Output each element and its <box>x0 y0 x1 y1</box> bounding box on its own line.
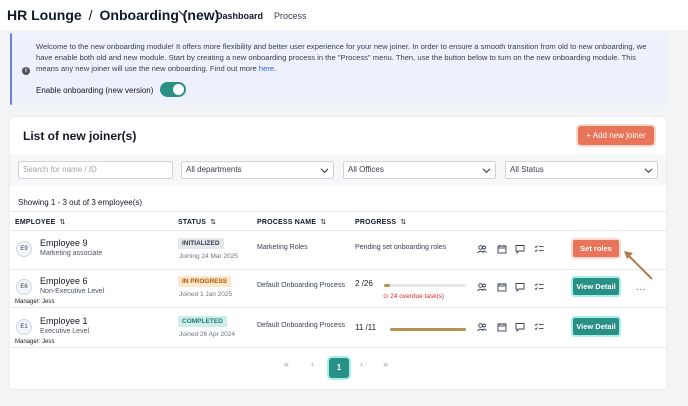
breadcrumb-separator: / <box>88 7 93 23</box>
chat-icon[interactable] <box>515 322 525 332</box>
column-progress[interactable]: PROGRESS ⇅ <box>355 218 406 226</box>
progress-fill <box>390 328 466 331</box>
status-badge: IN PROGRESS <box>178 276 232 287</box>
employee-name[interactable]: Employee 6 <box>40 276 88 286</box>
employee-title: Marketing associate <box>40 250 103 257</box>
users-icon[interactable] <box>477 244 487 254</box>
set-roles-button[interactable]: Set roles <box>573 240 619 257</box>
view-detail-button[interactable]: View Detail <box>573 278 619 295</box>
avatar: E6 <box>16 279 32 295</box>
top-bar: HR Lounge / Onboarding (new) Dashboard Pro… <box>0 0 688 30</box>
info-banner: i Welcome to the new onboarding module! … <box>10 33 666 105</box>
avatar: E9 <box>16 241 32 257</box>
pagination-first[interactable]: « <box>284 359 289 369</box>
pagination-next[interactable]: › <box>360 359 363 369</box>
checklist-icon[interactable] <box>534 282 544 292</box>
users-icon[interactable] <box>477 322 487 332</box>
tab-process[interactable]: Process <box>274 11 307 21</box>
chevron-down-icon[interactable] <box>178 8 188 18</box>
chat-icon[interactable] <box>515 244 525 254</box>
section-title[interactable]: Onboarding (new) <box>100 7 220 23</box>
progress-bar <box>390 328 466 331</box>
checklist-icon[interactable] <box>534 322 544 332</box>
toggle-knob <box>173 84 184 95</box>
pagination-current-page[interactable]: 1 <box>329 358 349 378</box>
banner-message: Welcome to the new onboarding module! It… <box>36 42 647 73</box>
pagination-prev[interactable]: ‹ <box>311 359 314 369</box>
status-badge: INITIALIZED <box>178 238 224 249</box>
toggle-label: Enable onboarding (new version) <box>36 86 154 95</box>
more-options-icon[interactable]: ... <box>636 282 647 292</box>
employee-title: Executive Level <box>40 328 90 335</box>
status-date: Joined 1 Jan 2025 <box>179 291 233 298</box>
table-row[interactable]: E1 Employee 1 Executive Level Manager: J… <box>10 310 666 348</box>
status-date: Joined 26 Apr 2024 <box>179 331 236 338</box>
column-employee[interactable]: EMPLOYEE ⇅ <box>15 218 66 226</box>
table-header: EMPLOYEE ⇅ STATUS ⇅ PROCESS NAME ⇅ PROGRESS… <box>10 211 666 231</box>
joiner-list-card: List of new joiner(s) + Add new joiner S… <box>10 117 666 389</box>
find-out-more-link[interactable]: here <box>259 64 274 73</box>
progress-text: 2 /26 <box>355 279 373 288</box>
status-date: Joining 24 Mar 2025 <box>179 253 238 260</box>
sort-icon: ⇅ <box>210 219 217 226</box>
showing-count: Showing 1 - 3 out of 3 employee(s) <box>18 198 143 207</box>
add-new-joiner-button[interactable]: + Add new joiner <box>578 126 654 145</box>
office-select-value: All Offices <box>348 165 384 174</box>
info-icon: i <box>22 67 30 75</box>
app-title: HR Lounge <box>7 7 82 23</box>
card-title: List of new joiner(s) <box>23 129 137 143</box>
status-badge: COMPLETED <box>178 316 227 327</box>
office-select[interactable]: All Offices <box>343 161 496 179</box>
employee-manager: Manager: Jess <box>15 299 55 305</box>
calendar-icon[interactable] <box>497 322 507 332</box>
sort-icon: ⇅ <box>59 219 66 226</box>
column-status[interactable]: STATUS ⇅ <box>178 218 216 226</box>
avatar: E1 <box>16 319 32 335</box>
chevron-down-icon <box>320 168 329 174</box>
enable-onboarding-toggle[interactable] <box>160 82 186 97</box>
checklist-icon[interactable] <box>534 244 544 254</box>
calendar-icon[interactable] <box>497 244 507 254</box>
view-detail-button[interactable]: View Detail <box>573 318 619 335</box>
process-name: Default Onboarding Process <box>257 282 345 289</box>
status-select[interactable]: All Status <box>505 161 658 179</box>
employee-manager: Manager: Jess <box>15 339 55 345</box>
process-name: Marketing Roles <box>257 244 308 251</box>
status-select-value: All Status <box>510 165 544 174</box>
progress-fill <box>384 284 391 287</box>
users-icon[interactable] <box>477 282 487 292</box>
progress-bar <box>384 284 466 287</box>
employee-name[interactable]: Employee 1 <box>40 316 88 326</box>
employee-title: Non-Executive Level <box>40 288 105 295</box>
chat-icon[interactable] <box>515 282 525 292</box>
employee-name[interactable]: Employee 9 <box>40 238 88 248</box>
process-name: Default Onboarding Process <box>257 322 345 329</box>
filter-bar: Search for name / ID All departments All… <box>10 154 666 186</box>
department-select-value: All departments <box>186 165 242 174</box>
overdue-warning: ⊙ 24 overdue task(s) <box>383 293 445 300</box>
chevron-down-icon <box>482 168 491 174</box>
sort-icon: ⇅ <box>400 219 407 226</box>
sort-icon: ⇅ <box>320 219 327 226</box>
calendar-icon[interactable] <box>497 282 507 292</box>
column-process-name[interactable]: PROCESS NAME ⇅ <box>257 218 326 226</box>
department-select[interactable]: All departments <box>181 161 334 179</box>
chevron-down-icon <box>644 168 653 174</box>
table-row[interactable]: E9 Employee 9 Marketing associate INITIA… <box>10 232 666 270</box>
pagination-last[interactable]: » <box>383 359 388 369</box>
progress-text: Pending set onboarding roles <box>355 244 447 251</box>
search-input[interactable]: Search for name / ID <box>18 161 173 179</box>
table-row[interactable]: E6 Employee 6 Non-Executive Level Manage… <box>10 270 666 308</box>
tab-dashboard[interactable]: Dashboard <box>216 11 263 21</box>
progress-text: 11 /11 <box>355 323 377 332</box>
